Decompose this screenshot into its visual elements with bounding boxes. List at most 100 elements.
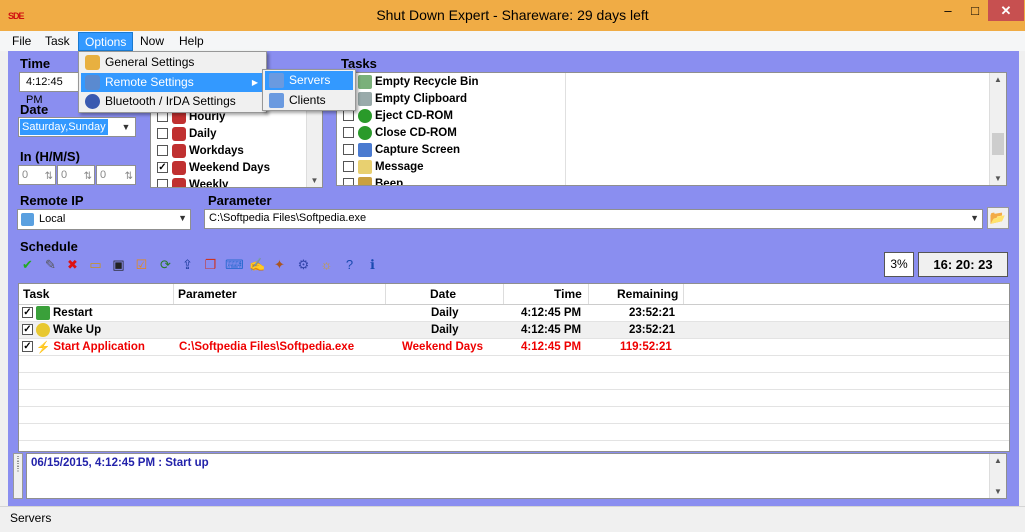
help-icon[interactable]: ?: [341, 256, 358, 273]
scroll-thumb[interactable]: [992, 133, 1004, 155]
schedule-table[interactable]: Task Parameter Date Time Remaining ✓ Rest…: [18, 283, 1010, 452]
workdays-checkbox[interactable]: [157, 145, 168, 157]
close-button[interactable]: ✕: [988, 0, 1024, 21]
task-checkbox[interactable]: [343, 127, 354, 139]
task-label: Close CD-ROM: [375, 127, 457, 139]
column-header-parameter[interactable]: Parameter: [174, 284, 386, 304]
column-header-date[interactable]: Date: [386, 284, 504, 304]
remaining-cell: 23:52:21: [629, 307, 676, 319]
row-checkbox[interactable]: ✓: [22, 324, 33, 336]
list-item[interactable]: Workdays: [157, 143, 270, 160]
remaining-cell: 23:52:21: [629, 324, 676, 336]
check-icon[interactable]: ✔: [19, 256, 36, 273]
list-item[interactable]: Daily: [157, 126, 270, 143]
menu-clients[interactable]: Clients: [265, 91, 353, 110]
menu-now[interactable]: Now: [134, 32, 170, 51]
menu-task[interactable]: Task: [39, 32, 76, 51]
column-header-task[interactable]: Task: [19, 284, 174, 304]
scrollbar[interactable]: ▼: [306, 107, 322, 187]
scrollbar[interactable]: ▲ ▼: [989, 454, 1006, 498]
table-row[interactable]: ✓ Restart Daily 4:12:45 PM 23:52:21: [19, 305, 1009, 322]
log-panel[interactable]: 06/15/2015, 4:12:45 PM : Start up ▲ ▼: [26, 453, 1007, 499]
checkbox-icon[interactable]: ☑: [133, 256, 150, 273]
task-label: Message: [375, 161, 424, 173]
copy-icon[interactable]: ❐: [202, 256, 219, 273]
task-checkbox[interactable]: [343, 178, 354, 185]
table-row[interactable]: ✓ Wake Up Daily 4:12:45 PM 23:52:21: [19, 322, 1009, 339]
task-label: Capture Screen: [375, 144, 461, 156]
log-grip[interactable]: ⋮ ⋮ ⋮: [13, 453, 23, 499]
parameter-input[interactable]: C:\Softpedia Files\Softpedia.exe ▼: [204, 209, 983, 229]
list-item[interactable]: Weekly: [157, 177, 270, 187]
menu-general-settings[interactable]: General Settings: [81, 53, 264, 72]
row-checkbox[interactable]: ✓: [22, 307, 33, 319]
menu-bluetooth-settings[interactable]: Bluetooth / IrDA Settings: [81, 92, 264, 111]
task-checkbox[interactable]: [343, 110, 354, 122]
minimize-button[interactable]: –: [934, 0, 962, 21]
list-item[interactable]: Close CD-ROM: [343, 125, 563, 142]
scroll-up-icon[interactable]: ▲: [990, 75, 1006, 84]
upload-icon[interactable]: ⇪: [179, 256, 196, 273]
edit-icon[interactable]: ✎: [42, 256, 59, 273]
task-checkbox[interactable]: [343, 161, 354, 173]
list-item[interactable]: Empty Clipboard: [343, 91, 563, 108]
table-row[interactable]: ✓ ⚡ Start Application C:\Softpedia Files\S…: [19, 339, 1009, 356]
restart-icon: [36, 305, 50, 320]
refresh-icon[interactable]: ⟳: [157, 256, 174, 273]
spin-icon[interactable]: ⇅: [45, 168, 53, 186]
menu-label: Bluetooth / IrDA Settings: [105, 94, 236, 108]
schedule-label: Schedule: [20, 239, 78, 254]
time-input[interactable]: 4:12:45 PM: [19, 72, 81, 106]
list-item[interactable]: Empty Recycle Bin: [343, 74, 563, 91]
minutes-input[interactable]: 0 ⇅: [57, 165, 95, 185]
list-item[interactable]: ✓ Weekend Days: [157, 160, 270, 177]
menu-help[interactable]: Help: [173, 32, 210, 51]
list-item[interactable]: Eject CD-ROM: [343, 108, 563, 125]
scrollbar[interactable]: ▲ ▼: [989, 73, 1006, 185]
spin-icon[interactable]: ⇅: [84, 168, 92, 186]
weekly-checkbox[interactable]: [157, 179, 168, 187]
chevron-down-icon[interactable]: ▼: [178, 213, 187, 223]
menu-remote-settings[interactable]: Remote Settings ▶: [81, 73, 264, 92]
spin-icon[interactable]: ⇅: [125, 168, 133, 186]
scroll-down-icon[interactable]: ▼: [990, 487, 1006, 496]
remote-ip-select[interactable]: Local ▼: [17, 209, 191, 230]
scroll-down-icon[interactable]: ▼: [307, 176, 322, 185]
list-item[interactable]: Capture Screen: [343, 142, 563, 159]
notes-icon[interactable]: ✍: [249, 256, 266, 273]
network-icon[interactable]: ⚙: [295, 256, 312, 273]
recurrence-list[interactable]: Hourly Daily Workdays ✓ Weekend Days Week…: [150, 106, 323, 188]
chevron-down-icon[interactable]: ▼: [970, 213, 979, 223]
wand-icon[interactable]: ✦: [271, 256, 288, 273]
seconds-input[interactable]: 0 ⇅: [96, 165, 136, 185]
menu-servers[interactable]: Servers: [265, 71, 353, 90]
calendar-icon: [172, 177, 186, 187]
browse-folder-button[interactable]: 📂: [987, 207, 1009, 229]
chevron-down-icon[interactable]: ▼: [119, 119, 133, 135]
scroll-up-icon[interactable]: ▲: [990, 456, 1006, 465]
row-checkbox[interactable]: ✓: [22, 341, 33, 353]
list-item[interactable]: Beep: [343, 176, 563, 185]
date-select[interactable]: Saturday,Sunday ▼: [18, 117, 136, 137]
maximize-button[interactable]: □: [962, 0, 988, 21]
menu-file[interactable]: File: [6, 32, 37, 51]
column-header-time[interactable]: Time: [504, 284, 589, 304]
settings-icon[interactable]: ☼: [318, 256, 335, 273]
info-icon[interactable]: ℹ: [364, 256, 381, 273]
weekend-days-checkbox[interactable]: ✓: [157, 162, 168, 174]
daily-checkbox[interactable]: [157, 128, 168, 140]
open-icon[interactable]: ▭: [87, 256, 104, 273]
menu-options[interactable]: Options: [78, 32, 134, 51]
hours-input[interactable]: 0 ⇅: [18, 165, 56, 185]
title-bar[interactable]: SDE Shut Down Expert - Shareware: 29 day…: [0, 0, 1025, 31]
tasks-list[interactable]: Empty Recycle Bin Empty Clipboard Eject …: [336, 72, 1007, 186]
hourly-checkbox[interactable]: [157, 111, 168, 123]
keyboard-icon[interactable]: ⌨: [225, 256, 244, 273]
task-checkbox[interactable]: [343, 144, 354, 156]
delete-icon[interactable]: ✖: [64, 256, 81, 273]
table-row: [19, 373, 1009, 390]
save-icon[interactable]: ▣: [110, 256, 127, 273]
column-header-remaining[interactable]: Remaining: [589, 284, 684, 304]
list-item[interactable]: Message: [343, 159, 563, 176]
scroll-down-icon[interactable]: ▼: [990, 174, 1006, 183]
